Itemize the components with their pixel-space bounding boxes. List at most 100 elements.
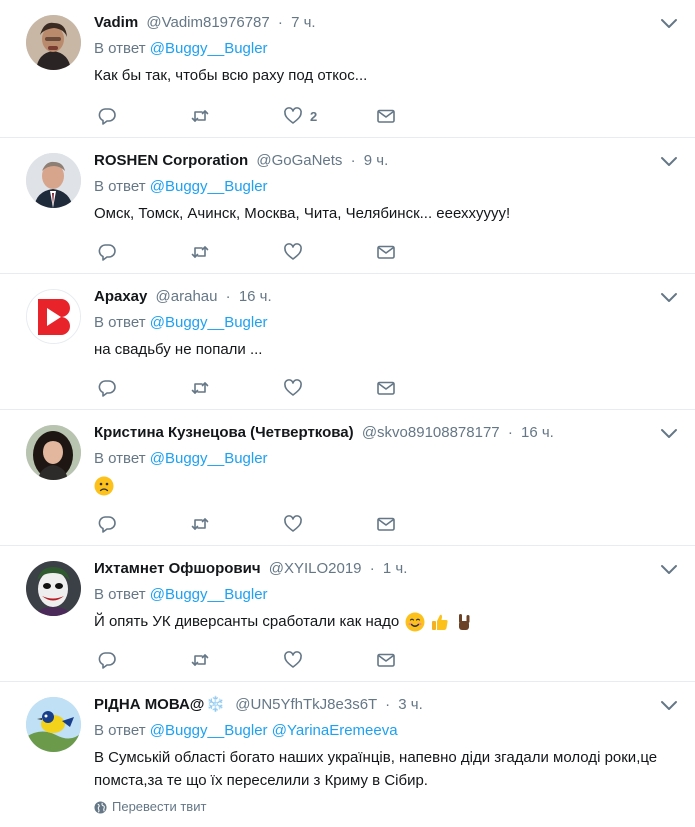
avatar[interactable]	[26, 697, 81, 752]
retweet-icon	[191, 382, 209, 394]
mention-link[interactable]: @Buggy__Bugler	[150, 40, 268, 57]
tweet-content: ROSHEN Corporation @GoGaNets · 9 ч. В от…	[94, 151, 675, 225]
tweet[interactable]: Кристина Кузнецова (Четверткова) @skvo89…	[0, 410, 695, 546]
tweet-time[interactable]: 7 ч.	[291, 14, 316, 31]
mention-link[interactable]: @Buggy__Bugler	[150, 314, 268, 331]
envelope-icon	[377, 109, 395, 123]
author-name[interactable]: Ихтамнет Офшорович	[94, 560, 261, 577]
author-name[interactable]: Кристина Кузнецова (Четверткова)	[94, 424, 354, 441]
author-handle[interactable]: @Vadim81976787	[146, 14, 269, 31]
author-name[interactable]: Арахау	[94, 288, 147, 305]
tweet-header: Арахау @arahau · 16 ч.	[94, 287, 675, 307]
reply-button[interactable]	[97, 106, 117, 126]
avatar-photo	[26, 153, 81, 208]
retweet-button[interactable]	[190, 514, 210, 534]
avatar-photo	[26, 697, 81, 752]
tweet[interactable]: РІДНА МОВА@ ❄️ @UN5YfhTkJ8e3s6T · 3 ч. В …	[0, 682, 695, 827]
chevron-down-icon	[661, 565, 677, 574]
avatar-photo	[26, 561, 81, 616]
author-handle[interactable]: @arahau	[156, 288, 218, 305]
mention-link[interactable]: @Buggy__Bugler	[150, 586, 268, 603]
envelope-icon	[377, 653, 395, 667]
author-name[interactable]: Vadim	[94, 14, 138, 31]
retweet-button[interactable]	[190, 378, 210, 398]
tweet-actions	[94, 242, 454, 262]
tweet-menu-button[interactable]	[660, 154, 678, 168]
author-handle[interactable]: @skvo89108878177	[362, 424, 500, 441]
separator-dot: ·	[225, 288, 231, 305]
separator-dot: ·	[369, 560, 375, 577]
avatar[interactable]	[26, 153, 81, 208]
reply-icon	[98, 516, 116, 533]
chevron-down-icon	[661, 19, 677, 28]
tweet[interactable]: Арахау @arahau · 16 ч. В ответ @Buggy__B…	[0, 274, 695, 410]
retweet-button[interactable]	[190, 650, 210, 670]
direct-message-button[interactable]	[376, 650, 396, 670]
reply-prefix: В ответ	[94, 178, 146, 195]
direct-message-button[interactable]	[376, 378, 396, 398]
tweet[interactable]: Vadim @Vadim81976787 · 7 ч. В ответ @Bug…	[0, 0, 695, 138]
avatar[interactable]	[26, 425, 81, 480]
direct-message-button[interactable]	[376, 514, 396, 534]
author-handle[interactable]: @GoGaNets	[256, 152, 342, 169]
frowning-face-emoji-icon	[94, 476, 114, 496]
like-button[interactable]	[283, 242, 303, 262]
author-handle[interactable]: @XYILO2019	[269, 560, 362, 577]
translate-label: Перевести твит	[112, 799, 207, 814]
tweet-menu-button[interactable]	[660, 290, 678, 304]
tweet-header: Кристина Кузнецова (Четверткова) @skvo89…	[94, 423, 675, 443]
author-handle[interactable]: @UN5YfhTkJ8e3s6T	[235, 696, 377, 713]
mention-link[interactable]: @Buggy__Bugler	[150, 722, 268, 739]
reply-prefix: В ответ	[94, 722, 146, 739]
author-name[interactable]: ROSHEN Corporation	[94, 152, 248, 169]
tweet[interactable]: ROSHEN Corporation @GoGaNets · 9 ч. В от…	[0, 138, 695, 274]
thumbs-up-emoji-icon	[431, 614, 448, 631]
reply-button[interactable]	[97, 514, 117, 534]
avatar[interactable]	[26, 289, 81, 344]
like-button[interactable]	[283, 514, 303, 534]
mention-link[interactable]: @Buggy__Bugler	[150, 178, 268, 195]
tweet-menu-button[interactable]	[660, 16, 678, 30]
reply-icon	[98, 108, 116, 125]
tweet-time[interactable]: 9 ч.	[364, 152, 389, 169]
author-name[interactable]: РІДНА МОВА@	[94, 696, 204, 713]
reply-context: В ответ @Buggy__Bugler	[94, 585, 675, 605]
translate-tweet-link[interactable]: Перевести твит	[94, 798, 675, 816]
tweet-menu-button[interactable]	[660, 698, 678, 712]
tweet[interactable]: Ихтамнет Офшорович @XYILO2019 · 1 ч. В о…	[0, 546, 695, 682]
direct-message-button[interactable]	[376, 106, 396, 126]
tweet-time[interactable]: 3 ч.	[398, 696, 423, 713]
retweet-button[interactable]	[190, 242, 210, 262]
avatar[interactable]	[26, 561, 81, 616]
tweet-actions: 2	[94, 106, 454, 126]
like-button[interactable]	[283, 650, 303, 670]
reply-context: В ответ @Buggy__Bugler	[94, 449, 675, 469]
direct-message-button[interactable]	[376, 242, 396, 262]
tweet-time[interactable]: 16 ч.	[521, 424, 554, 441]
tweet-time[interactable]: 16 ч.	[239, 288, 272, 305]
tweet-content: Ихтамнет Офшорович @XYILO2019 · 1 ч. В о…	[94, 559, 675, 633]
tweet-header: РІДНА МОВА@ ❄️ @UN5YfhTkJ8e3s6T · 3 ч.	[94, 695, 675, 715]
tweet-text: Как бы так, чтобы всю раху под откос...	[94, 67, 368, 84]
retweet-button[interactable]	[190, 106, 210, 126]
avatar-photo	[26, 15, 81, 70]
envelope-icon	[377, 517, 395, 531]
like-button[interactable]: 2	[283, 106, 317, 126]
reply-button[interactable]	[97, 650, 117, 670]
tweet-menu-button[interactable]	[660, 562, 678, 576]
chevron-down-icon	[661, 157, 677, 166]
tweet-header: ROSHEN Corporation @GoGaNets · 9 ч.	[94, 151, 675, 171]
mention-link[interactable]: @YarinaEremeeva	[272, 722, 398, 739]
avatar[interactable]	[26, 15, 81, 70]
mention-link[interactable]: @Buggy__Bugler	[150, 450, 268, 467]
like-button[interactable]	[283, 378, 303, 398]
tweet-text: Й опять УК диверсанты сработали как надо	[94, 613, 400, 630]
reply-button[interactable]	[97, 378, 117, 398]
tweet-time[interactable]: 1 ч.	[383, 560, 408, 577]
sign-of-horns-emoji-icon	[458, 614, 470, 631]
tweet-menu-button[interactable]	[660, 426, 678, 440]
reply-context: В ответ @Buggy__Bugler	[94, 313, 675, 333]
reply-button[interactable]	[97, 242, 117, 262]
heart-icon	[284, 651, 302, 668]
envelope-icon	[377, 245, 395, 259]
